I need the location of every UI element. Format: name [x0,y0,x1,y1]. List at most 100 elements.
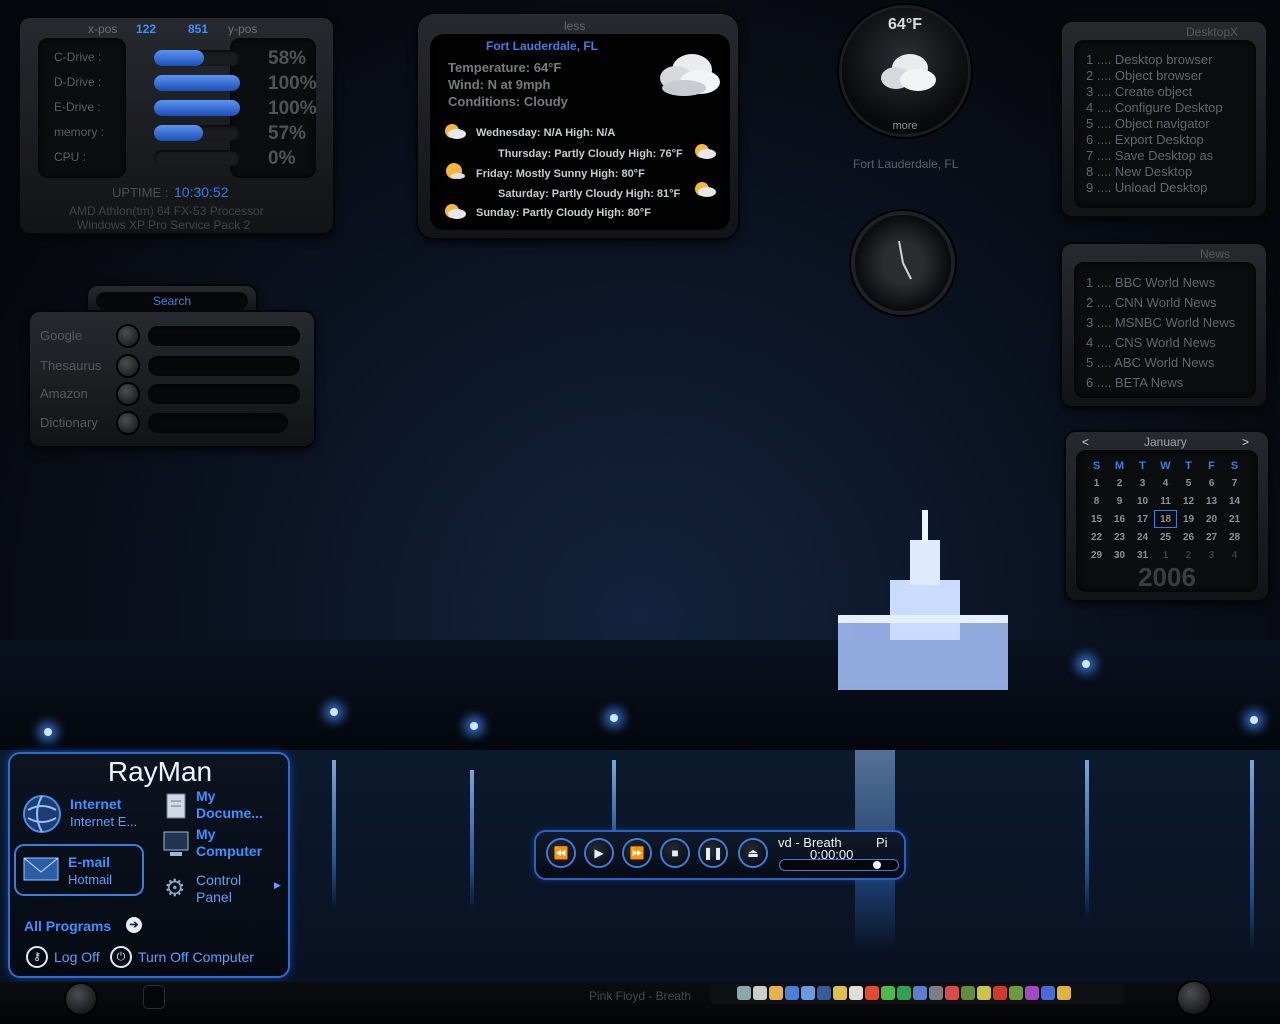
calendar-prev-button[interactable]: < [1082,435,1089,449]
tray-icon[interactable] [961,985,975,1000]
start-menu[interactable]: RayMan Internet Internet E... E-mail Hot… [10,754,288,976]
search-widget[interactable]: Google Thesaurus Amazon Dictionary [30,312,314,446]
fast-forward-button[interactable]: ⏩ [624,840,650,866]
calendar-day[interactable]: 13 [1200,492,1223,510]
calendar-day[interactable]: 9 [1108,492,1131,510]
tray-icon[interactable] [897,985,911,1000]
news-menu-item[interactable]: 6 .... BETA News [1086,375,1183,390]
weather-widget[interactable]: less Fort Lauderdale, FL Temperature: 64… [418,14,738,238]
calendar-day[interactable]: 8 [1085,492,1108,510]
calendar-day[interactable]: 11 [1154,492,1177,510]
tray-icon[interactable] [945,985,959,1000]
calendar-day[interactable]: 3 [1131,474,1154,492]
news-menu-item[interactable]: 3 .... MSNBC World News [1086,315,1235,330]
rewind-button[interactable]: ⏪ [548,840,574,866]
seek-bar[interactable] [780,860,898,870]
calendar-day[interactable]: 5 [1177,474,1200,492]
desktopx-menu-item[interactable]: 1 .... Desktop browser [1086,52,1212,67]
calendar-day[interactable]: 24 [1131,528,1154,546]
news-menu-item[interactable]: 5 .... ABC World News [1086,355,1214,370]
tray-icon[interactable] [833,985,847,1000]
desktopx-menu-item[interactable]: 4 .... Configure Desktop [1086,100,1223,115]
calendar-day[interactable]: 2 [1108,474,1131,492]
tray-icon[interactable] [817,985,831,1000]
calendar-day[interactable]: 7 [1223,474,1246,492]
calendar-day[interactable]: 27 [1200,528,1223,546]
calendar-day[interactable]: 17 [1131,510,1154,528]
tray-icon[interactable] [785,985,799,1000]
search-input[interactable] [148,384,300,404]
system-monitor-widget[interactable]: x-pos 122 851 y-pos C-Drive : 58% D-Drive … [20,18,333,233]
orb-more-button[interactable]: more [842,120,968,132]
desktopx-menu-item[interactable]: 6 .... Export Desktop [1086,132,1204,147]
news-menu-item[interactable]: 1 .... BBC World News [1086,275,1215,290]
tray-icon[interactable] [1057,985,1071,1000]
tray-icon[interactable] [769,985,783,1000]
tray-icon[interactable] [1009,985,1023,1000]
calendar-day[interactable]: 25 [1154,528,1177,546]
internet-shortcut[interactable]: Internet Internet E... [18,790,158,834]
calendar-next-button[interactable]: > [1242,435,1249,449]
tray-icon[interactable] [993,985,1007,1000]
tray-icon[interactable] [865,985,879,1000]
tray-icon[interactable] [913,985,927,1000]
calendar-day[interactable]: 21 [1223,510,1246,528]
my-computer-shortcut[interactable]: My Computer [160,826,284,864]
search-input[interactable] [148,326,300,346]
system-tray[interactable] [710,984,1124,1004]
desktopx-menu-item[interactable]: 3 .... Create object [1086,84,1192,99]
calendar-day[interactable]: 14 [1223,492,1246,510]
desktopx-menu-item[interactable]: 5 .... Object navigator [1086,116,1210,131]
stop-button[interactable]: ■ [662,840,688,866]
calendar-day[interactable]: 1 [1085,474,1108,492]
desktopx-menu-widget[interactable]: DesktopX 1 .... Desktop browser 2 .... Ob… [1062,22,1266,216]
log-off-button[interactable]: ⚷ Log Off [26,946,104,970]
tray-icon[interactable] [801,985,815,1000]
calendar-day[interactable]: 20 [1200,510,1223,528]
calendar-day[interactable]: 4 [1154,474,1177,492]
tray-icon[interactable] [1025,985,1039,1000]
my-documents-shortcut[interactable]: My Docume... [160,788,284,826]
search-go-button[interactable] [118,413,138,433]
calendar-day[interactable]: 6 [1200,474,1223,492]
tray-icon[interactable] [881,985,895,1000]
calendar-day[interactable]: 23 [1108,528,1131,546]
search-go-button[interactable] [118,356,138,376]
calendar-widget[interactable]: < January > SMTWTFS 1 2 3 4 5 6 7 8 9 10 11 12 13 14 1… [1066,432,1268,600]
tray-icon[interactable] [977,985,991,1000]
news-menu-item[interactable]: 2 .... CNN World News [1086,295,1217,310]
seek-knob[interactable] [872,861,881,869]
search-input[interactable] [148,413,288,433]
news-menu-widget[interactable]: News 1 .... BBC World News 2 .... CNN Wor… [1062,244,1266,406]
tray-icon[interactable] [849,985,863,1000]
search-go-button[interactable] [118,384,138,404]
calendar-day[interactable]: 15 [1085,510,1108,528]
eject-button[interactable]: ⏏ [740,840,766,866]
turn-off-button[interactable]: ⏻ Turn Off Computer [110,946,280,970]
taskbar-right-orb[interactable] [1178,982,1210,1014]
calendar-day[interactable]: 10 [1131,492,1154,510]
media-player[interactable]: ⏪ ▶ ⏩ ■ ❚❚ ⏏ vd - Breath Pi 0:00:00 [536,832,904,878]
desktopx-menu-item[interactable]: 7 .... Save Desktop as [1086,148,1213,163]
pause-button[interactable]: ❚❚ [700,840,726,866]
tray-icon[interactable] [929,985,943,1000]
weather-orb[interactable]: 64°F more [842,8,968,134]
calendar-day[interactable]: 22 [1085,528,1108,546]
desktopx-menu-item[interactable]: 2 .... Object browser [1086,68,1202,83]
tray-icon[interactable] [1041,985,1055,1000]
calendar-day-today[interactable]: 18 [1154,510,1177,528]
weather-less-button[interactable]: less [564,19,585,33]
calendar-day[interactable]: 19 [1177,510,1200,528]
desktopx-menu-item[interactable]: 8 .... New Desktop [1086,164,1192,179]
all-programs-button[interactable]: All Programs ➔ [24,916,144,938]
email-shortcut[interactable]: E-mail Hotmail [16,846,142,894]
tray-icon[interactable] [753,985,767,1000]
news-menu-item[interactable]: 4 .... CNS World News [1086,335,1216,350]
tray-icon[interactable] [737,985,751,1000]
desktopx-menu-item[interactable]: 9 .... Unload Desktop [1086,180,1207,195]
control-panel-shortcut[interactable]: ⚙ Control Panel ▶ [160,870,284,908]
search-go-button[interactable] [118,326,138,346]
calendar-day[interactable]: 26 [1177,528,1200,546]
calendar-day[interactable]: 28 [1223,528,1246,546]
calendar-day[interactable]: 12 [1177,492,1200,510]
